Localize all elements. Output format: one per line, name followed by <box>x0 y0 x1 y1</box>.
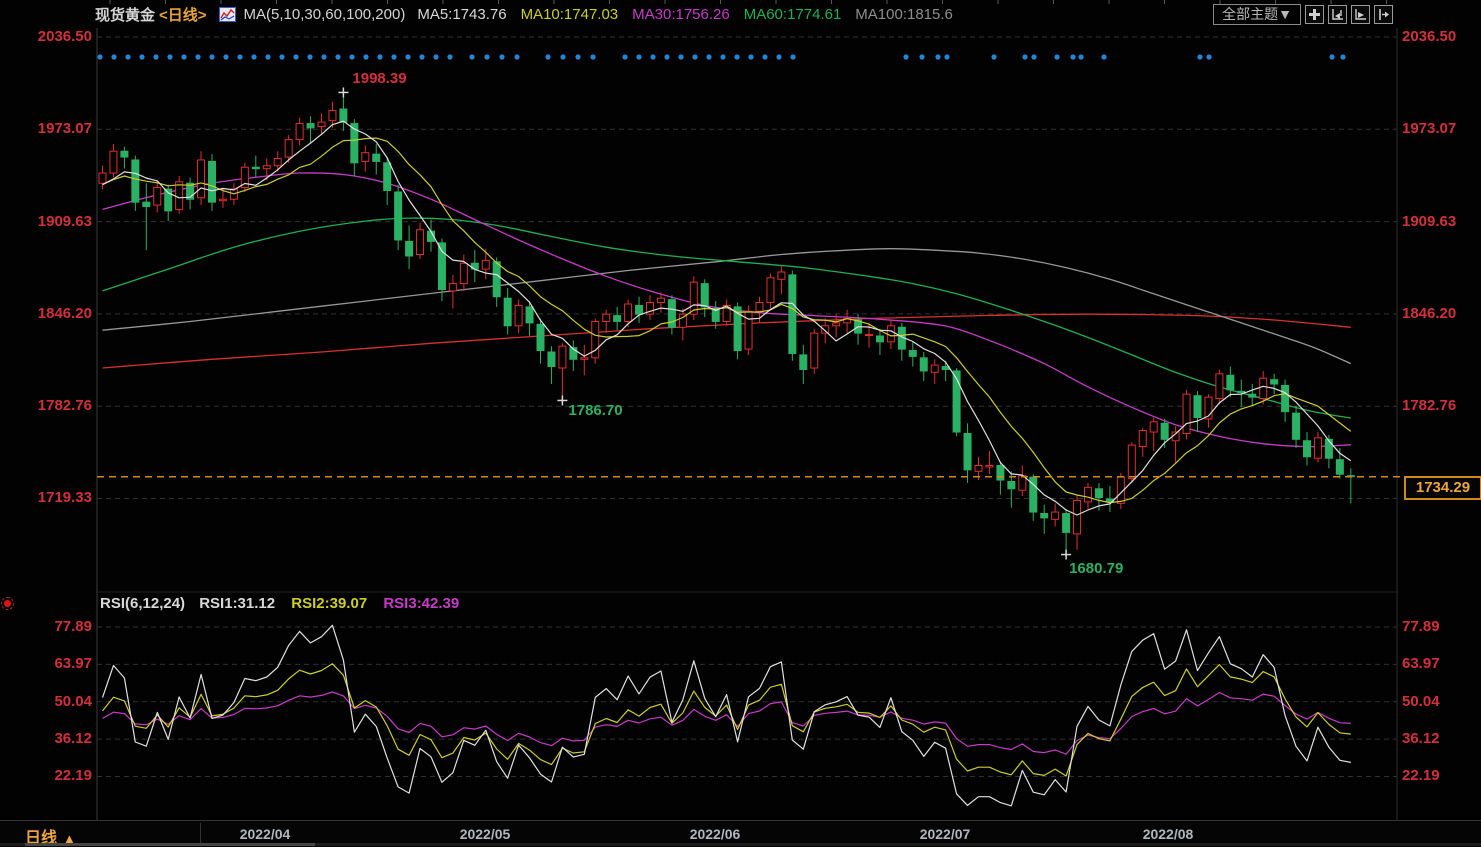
ma-params-label: MA(5,10,30,60,100,200) <box>243 5 406 23</box>
rsi2-value: RSI2:39.07 <box>291 595 368 612</box>
rsi2-line <box>102 663 1351 777</box>
horizontal-scrollbar[interactable] <box>0 843 1481 846</box>
month-label: 2022/06 <box>689 826 741 842</box>
event-dots <box>97 54 1346 60</box>
annotation-low-price: 1680.79 <box>1069 559 1124 577</box>
trading-app-window: { "header": { "symbol": "现货黄金", "period_… <box>0 0 1481 847</box>
ma60-value: MA60:1774.61 <box>743 5 842 23</box>
candlestick-chart-icon[interactable] <box>218 6 236 22</box>
goto-latest-icon[interactable] <box>1374 4 1393 24</box>
ma30-value: MA30:1756.26 <box>632 5 730 23</box>
month-label: 2022/08 <box>1142 826 1194 842</box>
rsi-header: RSI(6,12,24) RSI1:31.12 RSI2:39.07 RSI3:… <box>100 595 471 612</box>
month-label: 2022/07 <box>919 826 971 842</box>
month-label: 2022/04 <box>239 826 291 842</box>
month-label: 2022/05 <box>459 826 511 842</box>
range-left-icon[interactable] <box>1328 4 1347 24</box>
rsi-params-label: RSI(6,12,24) <box>100 595 186 612</box>
chart-header-bar: 现货黄金 <日线> MA(5,10,30,60,100,200) MA5:174… <box>0 0 1481 28</box>
pan-icon[interactable] <box>1305 4 1324 24</box>
bottom-bar-divider <box>200 823 201 843</box>
last-price-tag: 1734.29 <box>1404 475 1481 500</box>
rsi3-value: RSI3:42.39 <box>383 595 460 612</box>
price-chart-canvas[interactable] <box>0 0 1481 847</box>
annotation-high-price: 1998.39 <box>352 70 407 88</box>
period-tag: <日线> <box>159 6 207 24</box>
ma10-value: MA10:1747.03 <box>520 5 619 23</box>
all-themes-dropdown[interactable]: 全部主题▼ <box>1213 3 1301 25</box>
extreme-markers <box>338 87 1072 560</box>
range-play-icon[interactable] <box>1351 4 1370 24</box>
rsi-lines <box>101 624 1351 807</box>
ma100-value: MA100:1815.6 <box>855 5 953 23</box>
scrollbar-thumb[interactable] <box>25 843 315 846</box>
ma5-value: MA5:1743.76 <box>417 5 507 23</box>
symbol-name: 现货黄金 <box>95 6 156 24</box>
annotation-low-price: 1786.70 <box>568 402 623 420</box>
record-indicator-icon[interactable] <box>1 597 14 610</box>
rsi1-value: RSI1:31.12 <box>199 595 276 612</box>
